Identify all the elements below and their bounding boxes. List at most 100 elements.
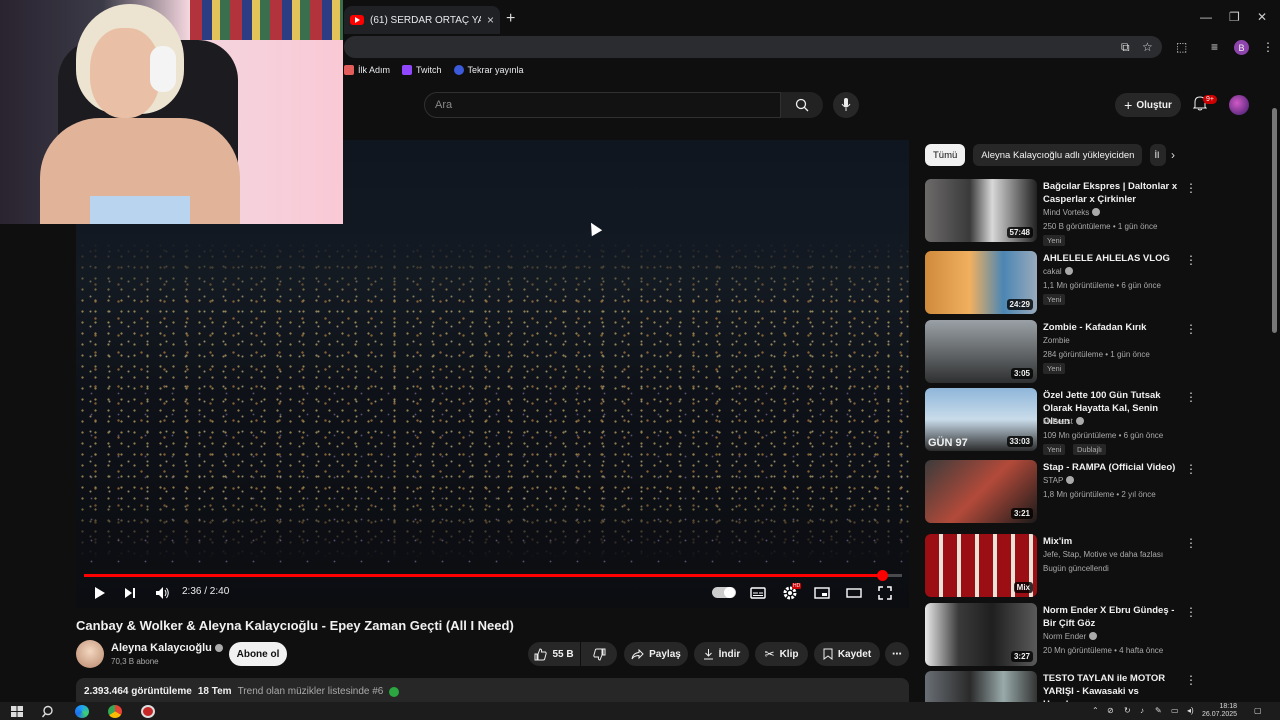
tray-microphone-icon[interactable]: ♪: [1140, 706, 1144, 715]
video-thumbnail[interactable]: Mix: [925, 534, 1037, 597]
create-button[interactable]: + Oluştur: [1115, 93, 1181, 117]
browser-profile-avatar[interactable]: B: [1234, 40, 1249, 55]
install-app-icon[interactable]: ⧉: [1121, 40, 1130, 55]
recommendation-title[interactable]: Norm Ender X Ebru Gündeş - Bir Çift Göz: [1043, 604, 1183, 630]
browser-tab[interactable]: (61) SERDAR ORTAÇ YALAN MA ×: [344, 6, 500, 34]
search-button[interactable]: [781, 92, 823, 118]
more-vertical-icon[interactable]: ⋮: [1185, 462, 1197, 476]
more-vertical-icon[interactable]: ⋮: [1185, 605, 1197, 619]
tab-close-icon[interactable]: ×: [487, 13, 494, 27]
fullscreen-icon[interactable]: [878, 583, 892, 603]
recommendation-item[interactable]: 3:27 Norm Ender X Ebru Gündeş - Bir Çift…: [925, 603, 1265, 667]
tray-refresh-icon[interactable]: ↻: [1124, 706, 1131, 715]
recommendation-title[interactable]: Zombie - Kafadan Kırık: [1043, 321, 1183, 334]
tray-pen-icon[interactable]: ✎: [1155, 706, 1162, 715]
next-icon[interactable]: [124, 583, 136, 603]
scrollbar-thumb[interactable]: [1272, 108, 1277, 333]
voice-search-button[interactable]: [833, 92, 859, 118]
like-button[interactable]: 55 B: [528, 642, 580, 666]
taskbar-search-icon[interactable]: [41, 705, 55, 718]
trending-label[interactable]: Trend olan müzikler listesinde #6: [238, 686, 384, 700]
recommendation-channel[interactable]: cakal: [1043, 267, 1073, 276]
tray-chevron-up-icon[interactable]: ⌃: [1092, 706, 1099, 715]
subtitles-icon[interactable]: [750, 583, 766, 603]
taskbar-clock[interactable]: 18:18 26.07.2025: [1202, 703, 1237, 719]
tray-network-icon[interactable]: ▭: [1171, 706, 1179, 715]
recommendation-item[interactable]: 57:48 Bağcılar Ekspres | Daltonlar x Cas…: [925, 179, 1265, 246]
edge-browser-icon[interactable]: [75, 705, 89, 718]
notification-center-icon[interactable]: ▢: [1254, 706, 1262, 715]
recommendation-channel[interactable]: STAP: [1043, 476, 1075, 485]
windows-start-icon[interactable]: [10, 705, 24, 718]
recommendation-title[interactable]: AHLELELE AHLELAS VLOG: [1043, 252, 1183, 265]
more-actions-button[interactable]: ⋯: [885, 642, 909, 666]
recommendation-item[interactable]: 3:05 Zombie - Kafadan Kırık Zombie 284 g…: [925, 320, 1265, 384]
recommendation-title[interactable]: Stap - RAMPA (Official Video): [1043, 461, 1183, 474]
maximize-icon[interactable]: ❐: [1229, 10, 1240, 24]
recommendation-title[interactable]: Mix'im: [1043, 535, 1183, 548]
address-bar[interactable]: [344, 36, 1162, 58]
dislike-button[interactable]: [581, 642, 617, 666]
bookmark-star-icon[interactable]: ☆: [1142, 40, 1153, 54]
save-button[interactable]: Kaydet: [814, 642, 880, 666]
theater-mode-icon[interactable]: [846, 583, 862, 603]
recommendation-item[interactable]: TESTO TAYLAN ile MOTOR YARIŞI - Kawasaki…: [925, 671, 1265, 702]
page-scrollbar[interactable]: [1271, 98, 1277, 696]
progress-scrubber[interactable]: [876, 570, 888, 581]
extensions-icon[interactable]: ⬚: [1176, 40, 1187, 54]
volume-icon[interactable]: [155, 583, 170, 603]
obs-icon[interactable]: [141, 705, 155, 718]
tray-app-icon[interactable]: ⊘: [1107, 706, 1114, 715]
media-control-icon[interactable]: ≡: [1211, 40, 1218, 54]
recommendation-channel[interactable]: MrBeast: [1043, 417, 1084, 426]
minimize-icon[interactable]: —: [1200, 10, 1212, 24]
more-vertical-icon[interactable]: ⋮: [1185, 536, 1197, 550]
video-thumbnail[interactable]: GÜN 97 33:03: [925, 388, 1037, 451]
chrome-browser-icon[interactable]: [108, 705, 122, 718]
channel-name[interactable]: Aleyna Kalaycıoğlu: [111, 642, 223, 654]
new-tab-button[interactable]: +: [506, 10, 515, 28]
more-vertical-icon[interactable]: ⋮: [1185, 390, 1197, 404]
recommendation-item[interactable]: Mix Mix'im Jefe, Stap, Motive ve daha fa…: [925, 534, 1265, 598]
autoplay-toggle[interactable]: [712, 587, 736, 598]
play-icon[interactable]: [94, 583, 106, 603]
video-thumbnail[interactable]: 57:48: [925, 179, 1037, 242]
video-thumbnail[interactable]: 3:27: [925, 603, 1037, 666]
more-vertical-icon[interactable]: ⋮: [1185, 181, 1197, 195]
more-vertical-icon[interactable]: ⋮: [1185, 253, 1197, 267]
chip-from-uploader[interactable]: Aleyna Kalaycıoğlu adlı yükleyiciden: [973, 144, 1143, 166]
recommendation-item[interactable]: 3:21 Stap - RAMPA (Official Video) STAP …: [925, 460, 1265, 524]
recommendation-channel[interactable]: Jefe, Stap, Motive ve daha fazlası: [1043, 550, 1163, 559]
recommendation-title[interactable]: Bağcılar Ekspres | Daltonlar x Casperlar…: [1043, 180, 1183, 206]
recommendation-item[interactable]: GÜN 97 33:03 Özel Jette 100 Gün Tutsak O…: [925, 388, 1265, 455]
video-thumbnail[interactable]: 3:05: [925, 320, 1037, 383]
search-input[interactable]: Ara: [424, 92, 781, 118]
video-thumbnail[interactable]: 24:29: [925, 251, 1037, 314]
bookmark-item[interactable]: Tekrar yayınla: [453, 65, 524, 75]
download-button[interactable]: İndir: [694, 642, 749, 666]
video-thumbnail[interactable]: 3:21: [925, 460, 1037, 523]
channel-avatar[interactable]: [76, 640, 104, 668]
chevron-right-icon[interactable]: ›: [1171, 148, 1175, 162]
chip-all[interactable]: Tümü: [925, 144, 966, 166]
recommendation-item[interactable]: 24:29 AHLELELE AHLELAS VLOG cakal 1,1 Mn…: [925, 251, 1265, 315]
subscribe-button[interactable]: Abone ol: [229, 642, 287, 666]
clip-button[interactable]: ✂ Klip: [755, 642, 808, 666]
progress-bar[interactable]: [84, 570, 902, 581]
close-window-icon[interactable]: ✕: [1257, 10, 1267, 24]
more-vertical-icon[interactable]: ⋮: [1185, 322, 1197, 336]
youtube-account-avatar[interactable]: [1229, 95, 1249, 115]
recommendation-channel[interactable]: Zombie: [1043, 336, 1070, 345]
more-vertical-icon[interactable]: ⋮: [1185, 673, 1197, 687]
browser-menu-icon[interactable]: ⋮: [1262, 40, 1274, 54]
bookmark-item[interactable]: İlk Adım: [344, 65, 390, 75]
video-thumbnail[interactable]: [925, 671, 1037, 702]
chip-related[interactable]: İl: [1150, 144, 1167, 166]
bookmark-item[interactable]: Twitch: [402, 65, 442, 75]
recommendation-channel[interactable]: Mind Vorteks: [1043, 208, 1101, 217]
miniplayer-icon[interactable]: [814, 583, 830, 603]
share-button[interactable]: Paylaş: [624, 642, 688, 666]
recommendation-title[interactable]: TESTO TAYLAN ile MOTOR YARIŞI - Kawasaki…: [1043, 672, 1183, 702]
recommendation-channel[interactable]: Norm Ender: [1043, 632, 1098, 641]
tray-volume-icon[interactable]: ◂): [1187, 706, 1194, 715]
